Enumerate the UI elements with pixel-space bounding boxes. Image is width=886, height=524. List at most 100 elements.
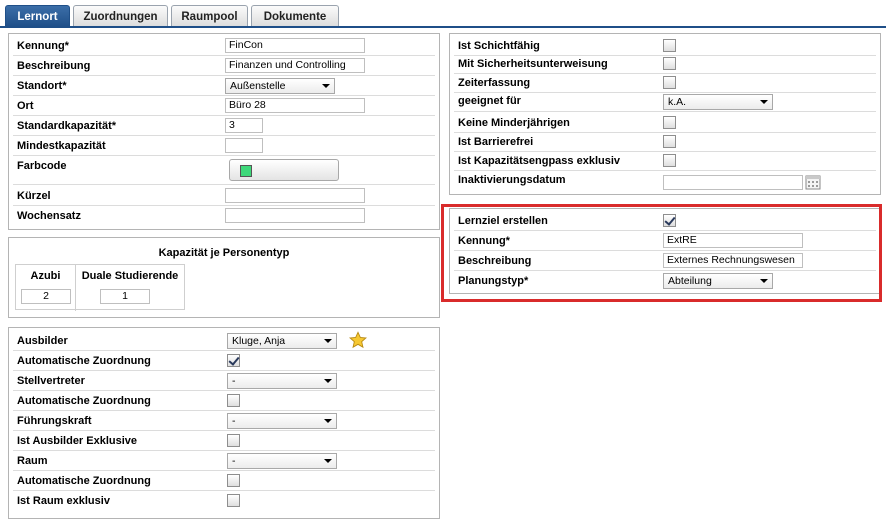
ort-label: Ort xyxy=(17,100,34,112)
inaktiv-label: Inaktivierungsdatum xyxy=(458,174,566,186)
calendar-icon[interactable] xyxy=(805,174,821,190)
kennung-input[interactable]: FinCon xyxy=(225,38,365,53)
ausbilder-exklusiv-label: Ist Ausbilder Exklusive xyxy=(17,435,138,447)
minderjaehrige-row: Keine Minderjährigen xyxy=(454,114,876,133)
ausbilder-exklusiv-checkbox[interactable] xyxy=(227,434,240,447)
auto-zuordnung-1-row: Automatische Zuordnung xyxy=(13,352,435,371)
wochensatz-input[interactable] xyxy=(225,208,365,223)
engpass-label: Ist Kapazitätsengpass exklusiv xyxy=(458,155,621,167)
capacity-duale-label: Duale Studierende xyxy=(81,270,179,282)
auto-zuordnung-2-label: Automatische Zuordnung xyxy=(17,395,151,407)
raum-exklusiv-label: Ist Raum exklusiv xyxy=(17,495,110,507)
general-panel: Kennung* FinCon Beschreibung Finanzen un… xyxy=(8,33,440,230)
barrierefrei-row: Ist Barrierefrei xyxy=(454,133,876,152)
schichtfaehig-checkbox[interactable] xyxy=(663,39,676,52)
tab-lernort[interactable]: Lernort xyxy=(5,5,70,27)
ausbilder-label: Ausbilder xyxy=(17,335,68,347)
capacity-azubi-input[interactable]: 2 xyxy=(21,289,71,304)
schichtfaehig-label: Ist Schichtfähig xyxy=(458,40,540,52)
ausbilder-select[interactable]: Kluge, Anja xyxy=(227,333,337,349)
fuehrungskraft-select[interactable]: - xyxy=(227,413,337,429)
engpass-row: Ist Kapazitätsengpass exklusiv xyxy=(454,152,876,171)
ausbilder-value: Kluge, Anja xyxy=(232,335,286,347)
kuerzel-row: Kürzel xyxy=(13,187,435,206)
geeignet-label: geeignet für xyxy=(458,95,521,107)
zeiterfassung-label: Zeiterfassung xyxy=(458,77,531,89)
raum-exklusiv-checkbox[interactable] xyxy=(227,494,240,507)
color-swatch xyxy=(240,165,252,177)
ort-input[interactable]: Büro 28 xyxy=(225,98,365,113)
stellvertreter-value: - xyxy=(232,375,236,387)
chevron-down-icon xyxy=(760,100,768,104)
auto-zuordnung-3-row: Automatische Zuordnung xyxy=(13,472,435,491)
raum-row: Raum - xyxy=(13,452,435,471)
stellvertreter-label: Stellvertreter xyxy=(17,375,85,387)
capacity-col-duale: Duale Studierende 1 xyxy=(76,265,184,311)
assignments-panel: Ausbilder Kluge, Anja Automatische Zuord… xyxy=(8,327,440,519)
standardkapazitaet-label: Standardkapazität* xyxy=(17,120,117,132)
chevron-down-icon xyxy=(324,419,332,423)
highlight-box xyxy=(441,204,882,302)
auto-zuordnung-3-checkbox[interactable] xyxy=(227,474,240,487)
raum-value: - xyxy=(232,455,236,467)
kuerzel-input[interactable] xyxy=(225,188,365,203)
beschreibung-label: Beschreibung xyxy=(17,60,91,72)
beschreibung-input[interactable]: Finanzen und Controlling xyxy=(225,58,365,73)
fuehrungskraft-value: - xyxy=(232,415,236,427)
sicherheit-checkbox[interactable] xyxy=(663,57,676,70)
capacity-duale-input[interactable]: 1 xyxy=(100,289,150,304)
tab-dokumente[interactable]: Dokumente xyxy=(251,5,339,27)
zeiterfassung-checkbox[interactable] xyxy=(663,76,676,89)
capacity-col-azubi: Azubi 2 xyxy=(16,265,76,311)
capacity-title: Kapazität je Personentyp xyxy=(158,247,290,259)
chevron-down-icon xyxy=(324,459,332,463)
tab-zuordnungen[interactable]: Zuordnungen xyxy=(73,5,168,27)
raum-select[interactable]: - xyxy=(227,453,337,469)
geeignet-row: geeignet für k.A. xyxy=(454,93,876,112)
auto-zuordnung-3-label: Automatische Zuordnung xyxy=(17,475,151,487)
sicherheit-row: Mit Sicherheitsunterweisung xyxy=(454,55,876,74)
standort-label: Standort* xyxy=(17,80,67,92)
inaktiv-date-input[interactable] xyxy=(663,175,803,190)
raum-exklusiv-row: Ist Raum exklusiv xyxy=(13,492,435,511)
beschreibung-row: Beschreibung Finanzen und Controlling xyxy=(13,57,435,76)
tab-bar: Lernort Zuordnungen Raumpool Dokumente xyxy=(0,0,886,28)
chevron-down-icon xyxy=(324,379,332,383)
ausbilder-exklusiv-row: Ist Ausbilder Exklusive xyxy=(13,432,435,451)
stellvertreter-select[interactable]: - xyxy=(227,373,337,389)
inaktiv-row: Inaktivierungsdatum xyxy=(454,171,876,193)
fuehrungskraft-row: Führungskraft - xyxy=(13,412,435,431)
kuerzel-label: Kürzel xyxy=(17,190,51,202)
barrierefrei-label: Ist Barrierefrei xyxy=(458,136,534,148)
ort-row: Ort Büro 28 xyxy=(13,97,435,116)
auto-zuordnung-1-checkbox[interactable] xyxy=(227,354,240,367)
engpass-checkbox[interactable] xyxy=(663,154,676,167)
chevron-down-icon xyxy=(324,339,332,343)
ausbilder-row: Ausbilder Kluge, Anja xyxy=(13,331,435,351)
standardkapazitaet-row: Standardkapazität* 3 xyxy=(13,117,435,136)
standardkapazitaet-input[interactable]: 3 xyxy=(225,118,263,133)
minderjaehrige-checkbox[interactable] xyxy=(663,116,676,129)
auto-zuordnung-1-label: Automatische Zuordnung xyxy=(17,355,151,367)
capacity-panel: Kapazität je Personentyp Azubi 2 Duale S… xyxy=(8,237,440,318)
zeiterfassung-row: Zeiterfassung xyxy=(454,74,876,93)
kennung-row: Kennung* FinCon xyxy=(13,37,435,56)
schichtfaehig-row: Ist Schichtfähig xyxy=(454,37,876,56)
flags-panel: Ist Schichtfähig Mit Sicherheitsunterwei… xyxy=(449,33,881,195)
color-picker-button[interactable] xyxy=(229,159,339,181)
farbcode-label: Farbcode xyxy=(17,160,67,172)
auto-zuordnung-2-checkbox[interactable] xyxy=(227,394,240,407)
mindestkapazitaet-input[interactable] xyxy=(225,138,263,153)
geeignet-select[interactable]: k.A. xyxy=(663,94,773,110)
mindestkapazitaet-row: Mindestkapazität xyxy=(13,137,435,156)
star-icon[interactable] xyxy=(349,331,367,349)
tab-raumpool[interactable]: Raumpool xyxy=(171,5,248,27)
standort-row: Standort* Außenstelle xyxy=(13,77,435,96)
stellvertreter-row: Stellvertreter - xyxy=(13,372,435,391)
barrierefrei-checkbox[interactable] xyxy=(663,135,676,148)
capacity-azubi-label: Azubi xyxy=(30,270,61,282)
capacity-grid: Azubi 2 Duale Studierende 1 xyxy=(15,264,185,311)
mindestkapazitaet-label: Mindestkapazität xyxy=(17,140,106,152)
minderjaehrige-label: Keine Minderjährigen xyxy=(458,117,570,129)
standort-select[interactable]: Außenstelle xyxy=(225,78,335,94)
